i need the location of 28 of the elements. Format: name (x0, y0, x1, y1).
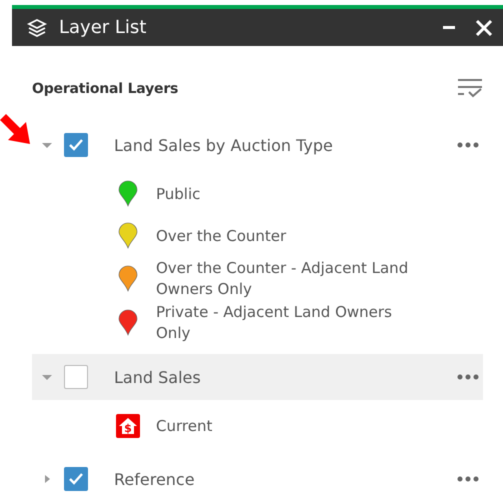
more-options-icon[interactable] (457, 142, 479, 148)
window-title: Layer List (59, 17, 148, 38)
layer-checkbox[interactable] (64, 467, 88, 491)
close-icon[interactable] (475, 18, 493, 36)
layer-label: Reference (114, 470, 196, 488)
collapse-caret-icon[interactable] (42, 373, 52, 381)
collapse-caret-icon[interactable] (42, 141, 52, 149)
expand-caret-icon[interactable] (42, 475, 52, 483)
more-options-icon[interactable] (457, 476, 479, 482)
checkmark-icon (69, 473, 83, 485)
layer-row[interactable]: Reference (32, 456, 483, 495)
house-dollar-icon: $ (116, 414, 140, 438)
layer-checkbox[interactable] (64, 365, 88, 389)
layer-label: Land Sales by Auction Type (114, 136, 334, 154)
legend-label: Over the Counter - Adjacent Land Owners Only (156, 258, 410, 300)
legend-label: Public (156, 184, 202, 204)
checkmark-icon (69, 139, 83, 151)
legend-label: Private - Adjacent Land Owners Only (156, 302, 393, 344)
layers-icon (27, 18, 47, 38)
layer-row[interactable]: Land Sales by Auction Type (32, 122, 483, 168)
section-title: Operational Layers (32, 81, 178, 97)
layer-checkbox[interactable] (64, 133, 88, 157)
layer-label: Land Sales (114, 368, 202, 386)
layer-row-highlight[interactable]: Land Sales (32, 354, 483, 400)
legend-label: Current (156, 416, 214, 436)
filter-list-icon[interactable] (457, 78, 483, 100)
more-options-icon[interactable] (457, 374, 479, 380)
legend-label: Over the Counter (156, 226, 288, 246)
